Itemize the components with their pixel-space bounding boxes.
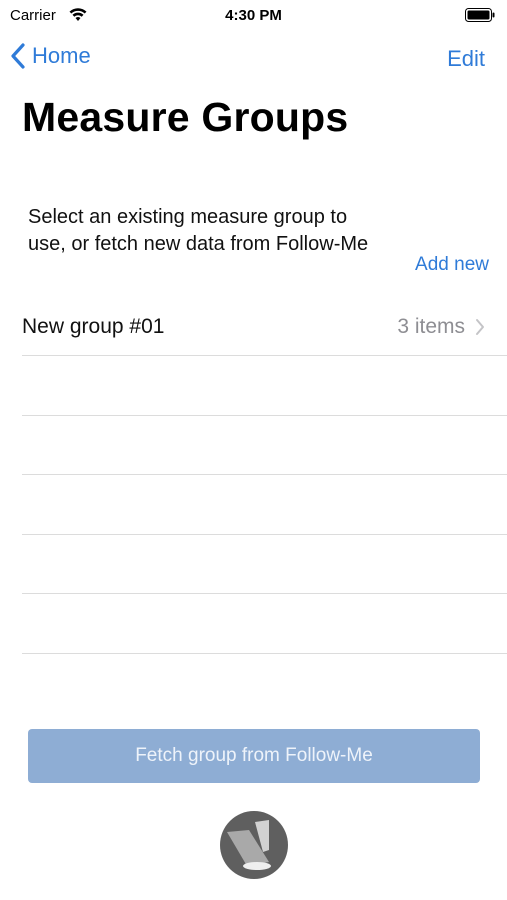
group-item-count: 3 items [397, 315, 465, 338]
back-button[interactable]: Home [10, 42, 91, 70]
page-title: Measure Groups [22, 94, 349, 140]
battery-icon [465, 8, 495, 22]
group-name: New group #01 [22, 315, 165, 338]
fetch-group-button[interactable]: Fetch group from Follow-Me [28, 729, 480, 783]
follow-me-logo-icon [220, 811, 288, 879]
list-item[interactable]: New group #01 3 items [22, 298, 507, 356]
edit-button[interactable]: Edit [447, 46, 485, 72]
status-bar: Carrier 4:30 PM [0, 0, 507, 30]
back-button-label: Home [32, 43, 91, 68]
group-list: New group #01 3 items [22, 298, 507, 654]
status-time: 4:30 PM [225, 7, 282, 24]
empty-list-row [22, 535, 507, 594]
chevron-right-icon [476, 319, 484, 335]
chevron-left-icon [11, 43, 25, 69]
intro-text: Select an existing measure group to use,… [28, 206, 369, 255]
add-new-button[interactable]: Add new [415, 254, 489, 276]
empty-list-row [22, 594, 507, 654]
empty-list-row [22, 416, 507, 475]
empty-list-row [22, 356, 507, 416]
navigation-bar: Home Edit [0, 38, 507, 78]
empty-list-row [22, 475, 507, 535]
